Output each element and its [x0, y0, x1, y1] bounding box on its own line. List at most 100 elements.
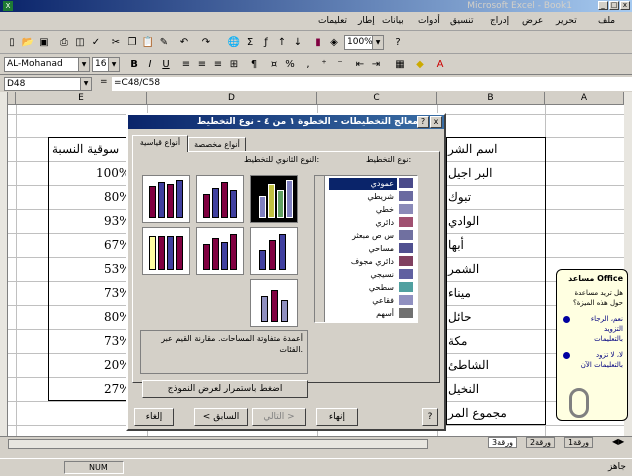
copy-icon[interactable]: ❐	[124, 35, 140, 50]
open-icon[interactable]: 📂	[20, 35, 36, 50]
autosum-icon[interactable]: Σ	[242, 35, 258, 50]
menu-format[interactable]: تنسيق	[450, 16, 473, 26]
chart-type-list[interactable]: عمودي شريطي خطي دائري س ص مبعثر مساحي دا…	[314, 175, 418, 323]
chart-wizard-icon[interactable]: ▮	[310, 35, 326, 50]
name-box[interactable]: D48 ▼	[4, 77, 92, 91]
sheet-tab[interactable]: ورقة2	[526, 437, 555, 448]
col-header-c[interactable]: C	[317, 92, 437, 105]
next-button[interactable]: التالي >	[252, 408, 306, 426]
chart-type-item[interactable]: خطي	[329, 204, 397, 216]
format-painter-icon[interactable]: ✎	[156, 35, 172, 50]
redo-icon[interactable]: ↷	[198, 35, 214, 50]
right-cell[interactable]: النخيل	[448, 382, 479, 396]
subtype-option[interactable]	[250, 279, 298, 327]
percent-button[interactable]: %	[282, 57, 298, 72]
sort-desc-icon[interactable]: ↓	[290, 35, 306, 50]
undo-icon[interactable]: ↶	[176, 35, 192, 50]
right-cell[interactable]: الشمر	[448, 262, 479, 276]
right-cell[interactable]: الشاطئ	[448, 358, 489, 372]
menu-edit[interactable]: تحرير	[556, 16, 577, 26]
indent-decrease-icon[interactable]: ⇤	[352, 57, 368, 72]
maximize-button[interactable]: □	[609, 1, 619, 10]
horizontal-scrollbar[interactable]	[8, 439, 428, 449]
align-center-icon[interactable]: ≡	[194, 57, 210, 72]
chart-type-item[interactable]: فقاعي	[329, 295, 397, 307]
menu-file[interactable]: ملف	[598, 16, 615, 26]
subtype-option[interactable]	[250, 227, 298, 275]
clippy-icon[interactable]	[569, 388, 589, 418]
chart-type-item[interactable]: س ص مبعثر	[329, 230, 397, 242]
tab-custom-types[interactable]: أنواع مخصصة	[188, 137, 246, 152]
right-cell[interactable]: البر اجيل	[448, 166, 493, 180]
close-button[interactable]: x	[620, 1, 630, 10]
drawing-icon[interactable]: ◈	[326, 35, 342, 50]
right-cell[interactable]: ميناء	[448, 286, 471, 300]
menu-tools[interactable]: أدوات	[418, 16, 440, 26]
chart-type-item[interactable]: سطحي	[329, 282, 397, 294]
back-button[interactable]: < السابق	[194, 408, 248, 426]
select-all[interactable]	[8, 92, 16, 105]
preview-sample-button[interactable]: اضغط باستمرار لعرض النموذج	[142, 380, 308, 398]
chart-type-item[interactable]: عمودي	[329, 178, 397, 190]
chart-type-item[interactable]: مساحي	[329, 243, 397, 255]
font-color-icon[interactable]: A	[432, 57, 448, 72]
text-direction-icon[interactable]: ¶	[246, 57, 262, 72]
menu-view[interactable]: عرض	[522, 16, 543, 26]
right-cell[interactable]: الوادي	[448, 214, 479, 228]
indent-increase-icon[interactable]: ⇥	[368, 57, 384, 72]
right-cell[interactable]: اسم الشر	[448, 142, 498, 156]
subtype-option[interactable]	[196, 175, 244, 223]
function-icon[interactable]: ƒ	[258, 35, 274, 50]
list-scrollbar[interactable]	[315, 176, 325, 322]
decrease-decimal-icon[interactable]: ⁻	[332, 57, 348, 72]
col-header-a[interactable]: A	[545, 92, 624, 105]
chart-type-item[interactable]: نسيجي	[329, 269, 397, 281]
subtype-option[interactable]	[250, 175, 298, 223]
italic-button[interactable]: I	[142, 57, 158, 72]
cut-icon[interactable]: ✂	[108, 35, 124, 50]
font-size-select[interactable]: 16 ▼	[92, 57, 120, 72]
minimize-button[interactable]: _	[598, 1, 608, 10]
chart-type-item[interactable]: أسهم	[329, 308, 397, 320]
underline-button[interactable]: U	[158, 57, 174, 72]
sheet-tab[interactable]: ورقة3	[488, 437, 517, 448]
fill-color-icon[interactable]: ◆	[412, 57, 428, 72]
right-cell[interactable]: حائل	[448, 310, 472, 324]
subtype-option[interactable]	[196, 227, 244, 275]
help-icon[interactable]: ?	[390, 35, 406, 50]
assistant-option-yes[interactable]: نعم، الرجاء التزويد بالتعليمات	[573, 314, 623, 344]
dialog-help-icon[interactable]: ?	[422, 408, 438, 426]
right-cell[interactable]: تبوك	[448, 190, 471, 204]
menu-insert[interactable]: إدراج	[490, 16, 509, 26]
chart-type-item[interactable]: دائري	[329, 217, 397, 229]
chart-type-item[interactable]: شريطي	[329, 191, 397, 203]
spelling-icon[interactable]: ✓	[88, 35, 104, 50]
print-preview-icon[interactable]: ◫	[72, 35, 88, 50]
subtype-option[interactable]	[142, 227, 190, 275]
sort-asc-icon[interactable]: ↑	[274, 35, 290, 50]
menu-window[interactable]: إطار	[358, 16, 375, 26]
subtype-option[interactable]	[142, 175, 190, 223]
tab-standard-types[interactable]: أنواع قياسية	[132, 135, 188, 152]
save-icon[interactable]: ▣	[36, 35, 52, 50]
new-icon[interactable]: ▯	[4, 35, 20, 50]
right-cell[interactable]: أبها	[448, 238, 464, 252]
font-select[interactable]: AL-Mohanad ▼	[4, 57, 90, 72]
borders-icon[interactable]: ▦	[392, 57, 408, 72]
bold-button[interactable]: B	[126, 57, 142, 72]
cancel-button[interactable]: إلغاء	[134, 408, 174, 426]
assistant-option-no[interactable]: لا، لا تزود بالتعليمات الآن	[573, 350, 623, 370]
col-header-b[interactable]: B	[437, 92, 545, 105]
menu-data[interactable]: بيانات	[382, 16, 404, 26]
tab-scroll-icon[interactable]: ◀▶	[612, 437, 624, 446]
comma-icon[interactable]: ,	[300, 57, 316, 72]
col-header-d[interactable]: D	[147, 92, 317, 105]
hyperlink-icon[interactable]: 🌐	[226, 35, 242, 50]
increase-decimal-icon[interactable]: ⁺	[316, 57, 332, 72]
finish-button[interactable]: إنهاء	[316, 408, 358, 426]
formula-input[interactable]: =C48/C58	[112, 77, 632, 91]
menu-help[interactable]: تعليمات	[318, 16, 347, 26]
dialog-help-button[interactable]: ?	[417, 116, 429, 128]
merge-center-icon[interactable]: ⊞	[226, 57, 242, 72]
right-cell[interactable]: مكة	[448, 334, 468, 348]
